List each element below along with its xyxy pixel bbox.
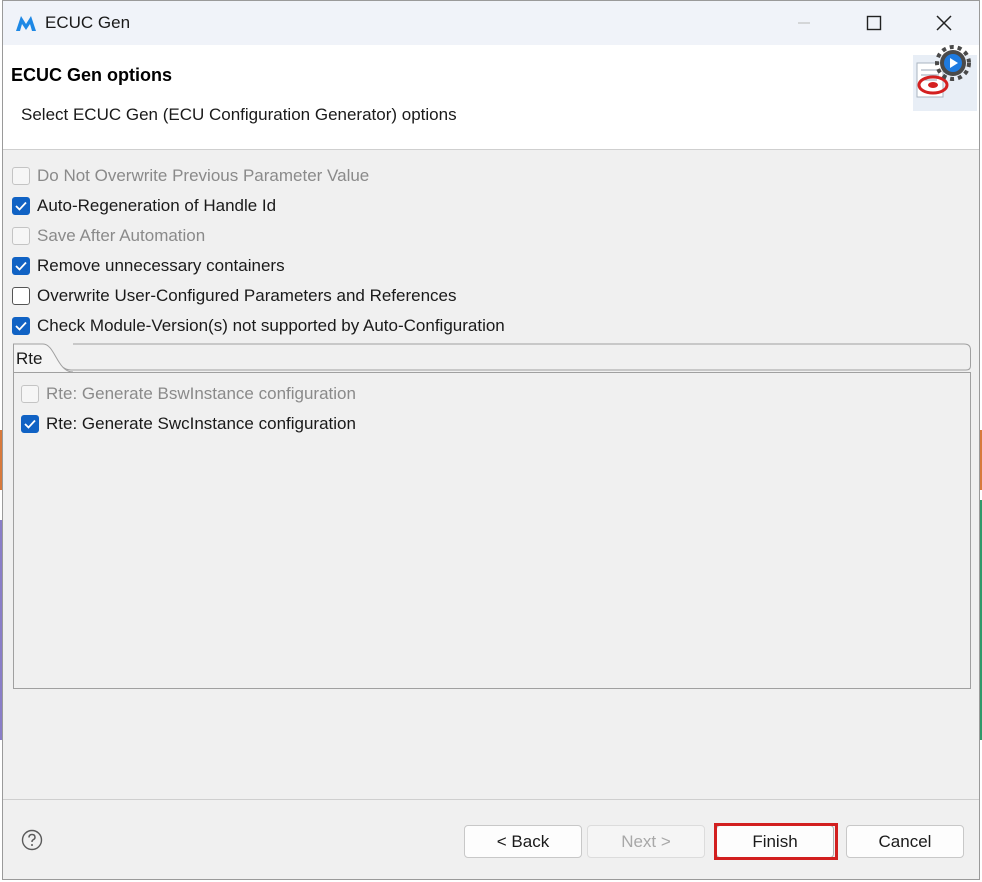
maximize-button[interactable]	[839, 1, 909, 45]
page-description: Select ECUC Gen (ECU Configuration Gener…	[21, 105, 457, 124]
tab-folder: Rte Rte: Generate BswInstance configurat…	[13, 342, 971, 689]
option-auto-regeneration[interactable]: Auto-Regeneration of Handle Id	[12, 193, 295, 219]
tab-panel-rte: Rte: Generate BswInstance configuration …	[13, 372, 971, 689]
page-title: ECUC Gen options	[11, 65, 172, 85]
wizard-header: ECUC Gen options Select ECUC Gen (ECU Co…	[3, 45, 979, 150]
app-logo-icon	[16, 16, 36, 31]
checkmark-icon	[15, 321, 27, 331]
checkbox[interactable]	[21, 385, 39, 403]
back-button[interactable]: < Back	[464, 825, 582, 858]
option-check-module-version[interactable]: Check Module-Version(s) not supported by…	[12, 313, 546, 339]
option-overwrite-user-configured[interactable]: Overwrite User-Configured Parameters and…	[12, 283, 479, 309]
footer-separator	[3, 799, 979, 800]
tab-rte[interactable]: Rte	[16, 349, 42, 369]
minimize-button[interactable]	[769, 1, 839, 45]
checkmark-icon	[15, 261, 27, 271]
close-icon	[936, 15, 952, 31]
checkbox[interactable]	[12, 197, 30, 215]
window-title: ECUC Gen	[45, 13, 131, 32]
option-do-not-overwrite[interactable]: Do Not Overwrite Previous Parameter Valu…	[12, 163, 389, 189]
tab-header	[13, 343, 971, 372]
checkbox[interactable]	[12, 167, 30, 185]
maximize-icon	[866, 15, 882, 31]
finish-button[interactable]: Finish	[716, 825, 834, 858]
help-icon[interactable]	[21, 829, 43, 851]
close-button[interactable]	[909, 1, 979, 45]
option-rte-swcinstance[interactable]: Rte: Generate SwcInstance configuration	[21, 411, 371, 437]
option-remove-unnecessary[interactable]: Remove unnecessary containers	[12, 253, 294, 279]
checkbox[interactable]	[21, 415, 39, 433]
wizard-gear-icon	[913, 45, 977, 111]
checkbox[interactable]	[12, 287, 30, 305]
option-rte-bswinstance[interactable]: Rte: Generate BswInstance configuration	[21, 381, 371, 407]
cancel-button[interactable]: Cancel	[846, 825, 964, 858]
next-button[interactable]: Next >	[587, 825, 705, 858]
checkbox[interactable]	[12, 317, 30, 335]
ecuc-gen-dialog: ECUC Gen ECUC Gen options Select ECUC Ge…	[2, 0, 980, 880]
checkbox[interactable]	[12, 257, 30, 275]
checkmark-icon	[15, 201, 27, 211]
option-save-after-automation[interactable]: Save After Automation	[12, 223, 218, 249]
checkmark-icon	[24, 419, 36, 429]
checkbox[interactable]	[12, 227, 30, 245]
title-bar[interactable]: ECUC Gen	[3, 1, 979, 45]
minimize-icon	[798, 22, 810, 24]
